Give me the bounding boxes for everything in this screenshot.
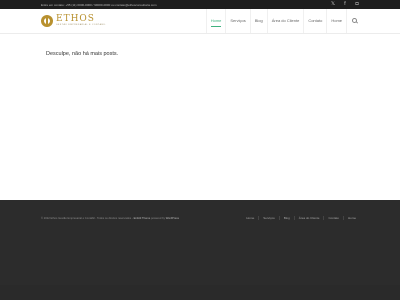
logo-text: ETHOS GESTÃO EMPRESARIAL E CONTÁBIL xyxy=(56,15,106,27)
main-content: Desculpe, não há mais posts. xyxy=(0,35,400,200)
nav-item-servicos[interactable]: Serviços xyxy=(225,9,249,33)
twitter-icon[interactable]: 𝕏 xyxy=(330,1,336,7)
footer-nav-contato[interactable]: Contato xyxy=(323,216,343,220)
main-nav: Home Serviços Blog Área do Cliente Conta… xyxy=(205,9,360,33)
instagram-icon[interactable]: ◘ xyxy=(354,1,360,7)
nav-item-contato[interactable]: Contato xyxy=(303,9,326,33)
footer-nav-home[interactable]: Home xyxy=(242,216,258,220)
site-logo[interactable]: ETHOS GESTÃO EMPRESARIAL E CONTÁBIL xyxy=(41,14,106,28)
copyright: © 2022 Ethos Gestão Empresarial e Contáb… xyxy=(41,217,179,220)
site-footer: © 2022 Ethos Gestão Empresarial e Contáb… xyxy=(0,200,400,285)
footer-nav-blog[interactable]: Blog xyxy=(278,216,294,220)
wordpress-link[interactable]: WordPress xyxy=(166,217,179,220)
theme-link[interactable]: Enfold Theme xyxy=(134,217,151,220)
site-header: ETHOS GESTÃO EMPRESARIAL E CONTÁBIL Home… xyxy=(0,9,400,34)
nav-item-area-do-cliente[interactable]: Área do Cliente xyxy=(266,9,304,33)
powered-by-text: powered by xyxy=(150,217,166,220)
bottom-strip xyxy=(0,285,400,300)
footer-nav: Home Serviços Blog Área do Cliente Conta… xyxy=(242,216,360,220)
logo-mark-icon xyxy=(41,15,53,27)
top-bar: Entre em contato: +55 (11) 0000-0000 / 9… xyxy=(0,0,400,9)
contact-info: Entre em contato: +55 (11) 0000-0000 / 9… xyxy=(41,3,157,7)
footer-nav-home-2[interactable]: Home xyxy=(342,216,360,220)
nav-item-blog[interactable]: Blog xyxy=(249,9,267,33)
nav-item-home[interactable]: Home xyxy=(205,9,226,33)
logo-subtitle: GESTÃO EMPRESARIAL E CONTÁBIL xyxy=(56,24,106,26)
logo-title: ETHOS xyxy=(56,14,95,24)
social-links: 𝕏 f ◘ xyxy=(330,1,360,7)
facebook-icon[interactable]: f xyxy=(342,1,348,7)
nav-item-home-2[interactable]: Home xyxy=(326,9,346,33)
copyright-text: © 2022 Ethos Gestão Empresarial e Contáb… xyxy=(41,217,134,220)
search-icon[interactable] xyxy=(346,9,360,33)
no-posts-message: Desculpe, não há mais posts. xyxy=(46,51,119,57)
footer-nav-area-do-cliente[interactable]: Área do Cliente xyxy=(293,216,324,220)
footer-nav-servicos[interactable]: Serviços xyxy=(258,216,279,220)
